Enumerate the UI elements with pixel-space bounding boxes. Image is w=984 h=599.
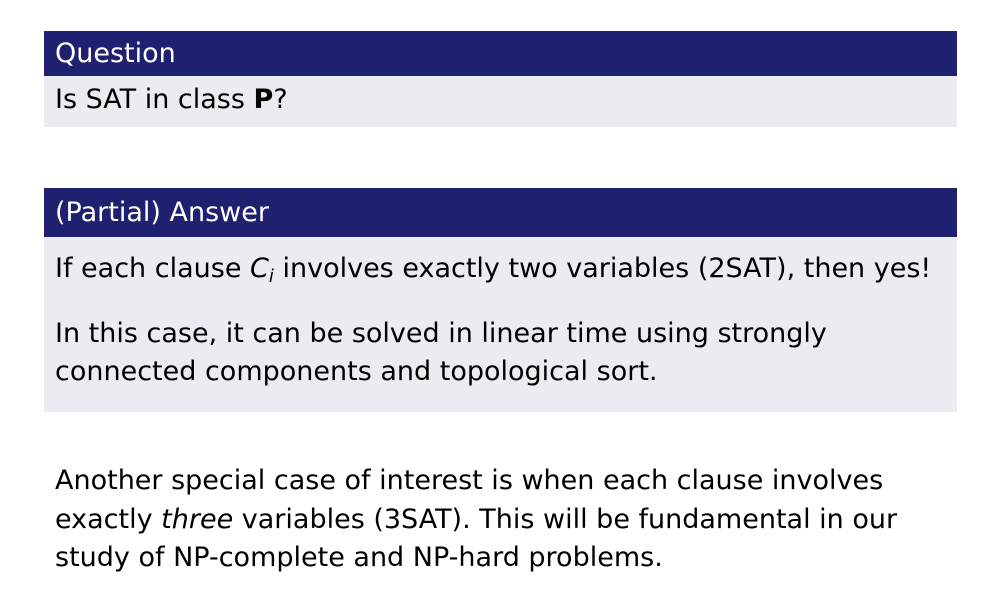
closing-line-2-suffix: variables (3SAT). This will be fundament…	[233, 503, 898, 535]
question-block: Question Is SAT in class P?	[44, 31, 957, 127]
closing-line-2-emphasis: three	[161, 503, 234, 535]
class-p-label: P	[253, 84, 274, 115]
question-text: Is SAT in class P?	[55, 81, 957, 119]
closing-line-2: exactly three variables (3SAT). This wil…	[55, 501, 955, 540]
question-block-body: Is SAT in class P?	[44, 76, 957, 127]
question-block-title: Question	[44, 31, 957, 76]
answer-block-title: (Partial) Answer	[44, 188, 957, 237]
question-text-prefix: Is SAT in class	[55, 84, 254, 115]
answer-line-2sat: If each clause Ci involves exactly two v…	[55, 250, 957, 288]
closing-line-3: study of NP-complete and NP-hard problem…	[55, 542, 663, 573]
closing-paragraph: Another special case of interest is when…	[55, 462, 955, 578]
answer-block: (Partial) Answer If each clause Ci invol…	[44, 188, 957, 412]
clause-variable-letter: C	[250, 253, 269, 284]
question-text-suffix: ?	[273, 84, 288, 115]
closing-line-1: Another special case of interest is when…	[55, 465, 884, 496]
closing-line-2-prefix: exactly	[55, 503, 162, 535]
answer-para-line-1: In this case, it can be solved in linear…	[55, 318, 827, 349]
answer-line-prefix: If each clause	[55, 253, 251, 284]
answer-line-suffix: involves exactly two variables (2SAT), t…	[273, 253, 932, 284]
answer-block-body: If each clause Ci involves exactly two v…	[44, 237, 957, 412]
clause-variable: Ci	[250, 253, 274, 286]
answer-para-line-2: connected components and topological sor…	[55, 356, 658, 387]
